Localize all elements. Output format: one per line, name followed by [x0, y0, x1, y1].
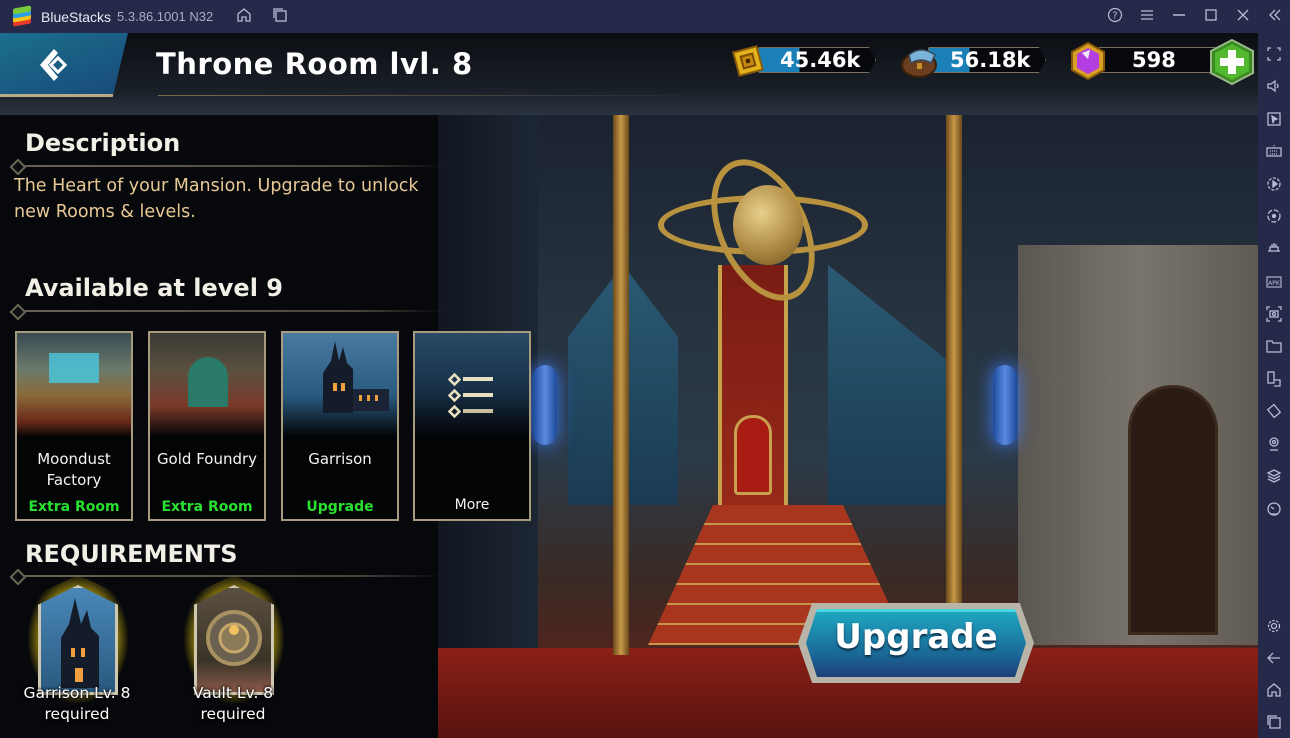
- close-icon[interactable]: [1234, 7, 1252, 27]
- volume-icon[interactable]: [1264, 78, 1284, 98]
- list-icon: [447, 372, 493, 419]
- home-icon[interactable]: [235, 7, 253, 27]
- scene-pillar-left: [613, 115, 629, 655]
- scene-lamp-right: [993, 365, 1017, 445]
- settings-icon[interactable]: [1264, 618, 1284, 638]
- available-heading: Available at level 9: [25, 274, 283, 302]
- collapse-sidebar-icon[interactable]: [1266, 7, 1284, 27]
- svg-text:?: ?: [1112, 10, 1117, 21]
- help-icon[interactable]: ?: [1106, 7, 1124, 27]
- description-text: The Heart of your Mansion. Upgrade to un…: [14, 176, 419, 222]
- room-card-tag: Upgrade: [306, 499, 374, 515]
- resource-gems[interactable]: 598: [1068, 39, 1238, 83]
- requirement-label: Garrison Lv. 8 required: [23, 684, 131, 723]
- room-card-name: Garrison: [308, 450, 372, 468]
- bluestacks-logo-icon: [11, 4, 33, 27]
- pointer-icon[interactable]: [1264, 111, 1284, 131]
- scene-lamp-left: [533, 365, 557, 445]
- requirement-garrison[interactable]: Garrison Lv. 8 required: [22, 575, 132, 731]
- room-card-moondust-factory[interactable]: Moondust Factory Extra Room: [15, 331, 133, 521]
- resource-gold[interactable]: 45.46k: [728, 39, 876, 83]
- shake-icon[interactable]: [1264, 403, 1284, 423]
- minimize-icon[interactable]: [1170, 7, 1188, 27]
- upgrade-button-label: Upgrade: [834, 617, 998, 657]
- multi-window-icon[interactable]: [1264, 370, 1284, 391]
- room-card-tag: Extra Room: [28, 499, 120, 515]
- screenshot-icon[interactable]: [1264, 305, 1284, 326]
- requirement-label: Vault Lv. 8 required: [192, 684, 274, 723]
- folder-icon[interactable]: [1264, 338, 1284, 358]
- scene-orrery: [658, 143, 868, 317]
- moondust-bag-icon: [901, 49, 937, 78]
- svg-text:APK: APK: [1268, 280, 1281, 287]
- scene-throne: [734, 415, 772, 495]
- upgrade-button[interactable]: Upgrade: [798, 603, 1034, 683]
- requirement-vault[interactable]: Vault Lv. 8 required: [178, 575, 288, 731]
- moondust-factory-thumbnail: [17, 333, 131, 437]
- room-card-name: Moondust Factory: [37, 450, 111, 489]
- back-icon[interactable]: [1264, 650, 1284, 670]
- resource-gold-value: 45.46k: [780, 48, 861, 72]
- emulator-sidebar: APK: [1258, 33, 1290, 738]
- rotate-sync-icon[interactable]: [1264, 208, 1284, 228]
- page-title: Throne Room lvl. 8: [156, 47, 473, 81]
- available-divider: [12, 310, 442, 312]
- home-icon[interactable]: [1264, 682, 1284, 702]
- resource-moondust[interactable]: 56.18k: [898, 39, 1046, 83]
- multi-instance-icon[interactable]: [271, 7, 289, 27]
- apk-install-icon[interactable]: APK: [1264, 273, 1284, 293]
- vault-requirement-icon: [194, 585, 274, 695]
- layers-icon[interactable]: [1264, 468, 1284, 488]
- gold-foundry-thumbnail: [150, 333, 264, 437]
- app-version: 5.3.86.1001 N32: [117, 9, 214, 24]
- resource-gems-value: 598: [1132, 48, 1176, 72]
- menu-icon[interactable]: [1138, 7, 1156, 27]
- gamepad-icon[interactable]: [1264, 241, 1284, 261]
- room-card-name: Gold Foundry: [156, 450, 258, 468]
- gold-icon: [732, 45, 764, 77]
- scene-pillar-right: [946, 115, 962, 655]
- scene-door: [1128, 385, 1218, 635]
- back-button[interactable]: [0, 33, 128, 97]
- requirements-heading: REQUIREMENTS: [25, 540, 238, 568]
- game-viewport: Throne Room lvl. 8 45.46k 56.18k 598 Des…: [0, 33, 1258, 738]
- more-label: More: [454, 497, 490, 513]
- recent-apps-icon[interactable]: [1264, 714, 1284, 734]
- back-diamond-icon: [40, 49, 68, 81]
- gem-icon: [1071, 41, 1105, 81]
- room-card-more[interactable]: More: [413, 331, 531, 521]
- title-divider: [158, 95, 718, 96]
- description-divider: [12, 165, 442, 167]
- maximize-icon[interactable]: [1202, 7, 1220, 27]
- add-currency-button[interactable]: [1208, 38, 1256, 86]
- performance-icon[interactable]: [1264, 501, 1284, 521]
- room-card-garrison[interactable]: Garrison Upgrade: [281, 331, 399, 521]
- more-thumbnail: [415, 333, 529, 437]
- garrison-thumbnail: [283, 333, 397, 437]
- room-card-tag: Extra Room: [161, 499, 253, 515]
- keyboard-icon[interactable]: [1264, 143, 1284, 163]
- fullscreen-icon[interactable]: [1264, 46, 1284, 66]
- room-card-gold-foundry[interactable]: Gold Foundry Extra Room: [148, 331, 266, 521]
- app-name: BlueStacks: [41, 8, 112, 25]
- plus-icon: [1210, 38, 1254, 86]
- garrison-requirement-icon: [38, 585, 118, 695]
- description-heading: Description: [25, 129, 181, 157]
- emulator-titlebar: BlueStacks 5.3.86.1001 N32 ?: [0, 0, 1290, 33]
- location-icon[interactable]: [1264, 436, 1284, 456]
- resource-moondust-value: 56.18k: [950, 48, 1031, 72]
- macro-play-icon[interactable]: [1264, 176, 1284, 196]
